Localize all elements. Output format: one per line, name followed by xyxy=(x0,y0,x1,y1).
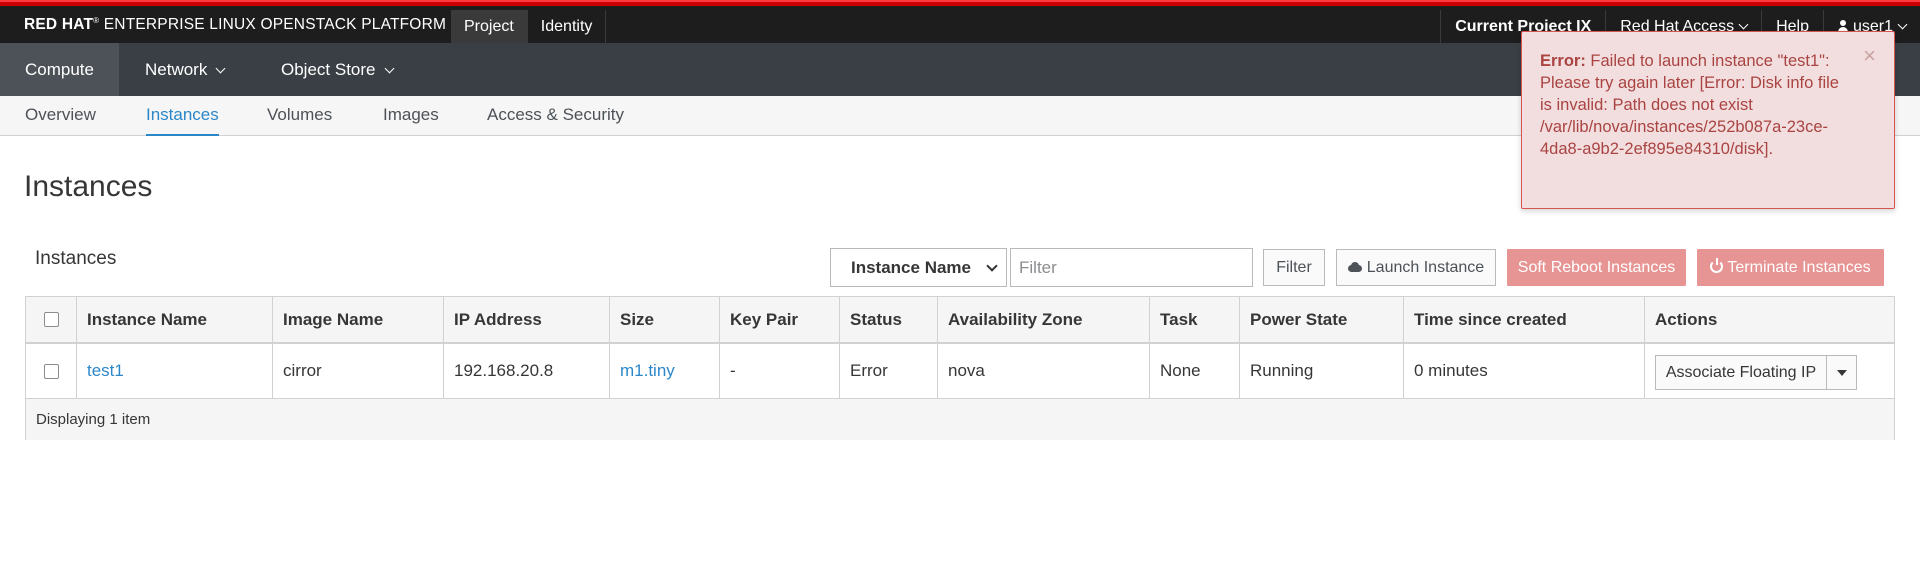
error-alert: × Error: Failed to launch instance "test… xyxy=(1521,31,1895,209)
cell-status: Error xyxy=(840,344,938,398)
cell-image-name: cirror xyxy=(273,344,444,398)
cell-task: None xyxy=(1150,344,1240,398)
nav-project[interactable]: Project xyxy=(451,10,528,43)
chevron-down-icon xyxy=(986,260,998,272)
nav-compute[interactable]: Compute xyxy=(0,43,119,96)
size-link[interactable]: m1.tiny xyxy=(620,361,675,381)
soft-reboot-button[interactable]: Soft Reboot Instances xyxy=(1507,249,1686,286)
nav-network-label: Network xyxy=(145,60,208,79)
error-label: Error: xyxy=(1540,52,1586,70)
brand-logo[interactable]: RED HAT® ENTERPRISE LINUX OPENSTACK PLAT… xyxy=(24,16,446,36)
tab-overview[interactable]: Overview xyxy=(25,96,96,136)
select-all-checkbox[interactable] xyxy=(44,312,59,327)
associate-floating-ip-button[interactable]: Associate Floating IP xyxy=(1655,355,1827,390)
filter-button[interactable]: Filter xyxy=(1263,249,1325,286)
tab-volumes[interactable]: Volumes xyxy=(267,96,332,136)
power-icon xyxy=(1710,258,1724,273)
nav-network[interactable]: Network xyxy=(120,43,249,96)
table-header: Instance Name Image Name IP Address Size… xyxy=(26,297,1894,344)
cell-actions: Associate Floating IP xyxy=(1645,344,1894,398)
column-header[interactable]: Key Pair xyxy=(720,297,840,342)
page: RED HAT® ENTERPRISE LINUX OPENSTACK PLAT… xyxy=(0,0,1920,567)
column-header[interactable]: Size xyxy=(610,297,720,342)
terminate-instances-button[interactable]: Terminate Instances xyxy=(1697,249,1884,286)
column-header[interactable]: Availability Zone xyxy=(938,297,1150,342)
row-checkbox[interactable] xyxy=(44,363,59,379)
cell-size: m1.tiny xyxy=(610,344,720,398)
instances-table: Instance Name Image Name IP Address Size… xyxy=(25,296,1895,440)
nav-identity[interactable]: Identity xyxy=(528,10,607,43)
chevron-down-icon xyxy=(1897,19,1908,30)
filter-input[interactable] xyxy=(1010,248,1253,287)
chevron-down-icon xyxy=(215,63,226,74)
tab-access-security[interactable]: Access & Security xyxy=(487,96,624,136)
brand-prefix: RED HAT xyxy=(24,16,94,34)
actions-dropdown-toggle[interactable] xyxy=(1826,355,1857,390)
column-header[interactable]: IP Address xyxy=(444,297,610,342)
column-header[interactable]: Instance Name xyxy=(77,297,273,342)
tab-instances[interactable]: Instances xyxy=(146,96,219,136)
top-nav: Project Identity xyxy=(451,10,607,43)
instance-link[interactable]: test1 xyxy=(87,361,124,381)
chevron-down-icon xyxy=(384,63,394,74)
column-header: Actions xyxy=(1655,309,1718,329)
table-caption: Instances xyxy=(35,248,117,269)
launch-instance-button[interactable]: Launch Instance xyxy=(1336,249,1496,286)
column-header[interactable]: Task xyxy=(1150,297,1240,342)
chevron-down-icon xyxy=(1738,19,1749,30)
column-header[interactable]: Status xyxy=(840,297,938,342)
filter-field-value: Instance Name xyxy=(851,258,971,277)
page-title: Instances xyxy=(24,170,153,203)
column-header[interactable]: Image Name xyxy=(273,297,444,342)
nav-object-store-label: Object Store xyxy=(281,60,376,79)
row-select-cell xyxy=(26,344,77,398)
launch-instance-label: Launch Instance xyxy=(1366,259,1485,276)
close-icon[interactable]: × xyxy=(1863,45,1876,67)
brand-name: ENTERPRISE LINUX OPENSTACK PLATFORM xyxy=(99,16,447,34)
cell-ip-address: 192.168.20.8 xyxy=(444,344,610,398)
cell-key-pair: - xyxy=(720,344,840,398)
column-header[interactable]: Time since created xyxy=(1404,297,1645,342)
item-count: Displaying 1 item xyxy=(36,411,151,428)
cell-availability-zone: nova xyxy=(938,344,1150,398)
cell-power-state: Running xyxy=(1240,344,1404,398)
terminate-instances-label: Terminate Instances xyxy=(1727,259,1871,276)
cell-instance-name: test1 xyxy=(77,344,273,398)
cell-time-since-created: 0 minutes xyxy=(1404,344,1645,398)
nav-object-store[interactable]: Object Store xyxy=(256,43,418,96)
cloud-upload-icon xyxy=(1347,262,1362,272)
tab-images[interactable]: Images xyxy=(383,96,439,136)
select-all-cell xyxy=(26,297,77,342)
table-footer: Displaying 1 item xyxy=(26,399,1894,440)
table-row: test1 cirror 192.168.20.8 m1.tiny - Erro… xyxy=(26,344,1894,399)
column-header[interactable]: Power State xyxy=(1240,297,1404,342)
filter-field-select[interactable]: Instance Name xyxy=(830,248,1007,287)
